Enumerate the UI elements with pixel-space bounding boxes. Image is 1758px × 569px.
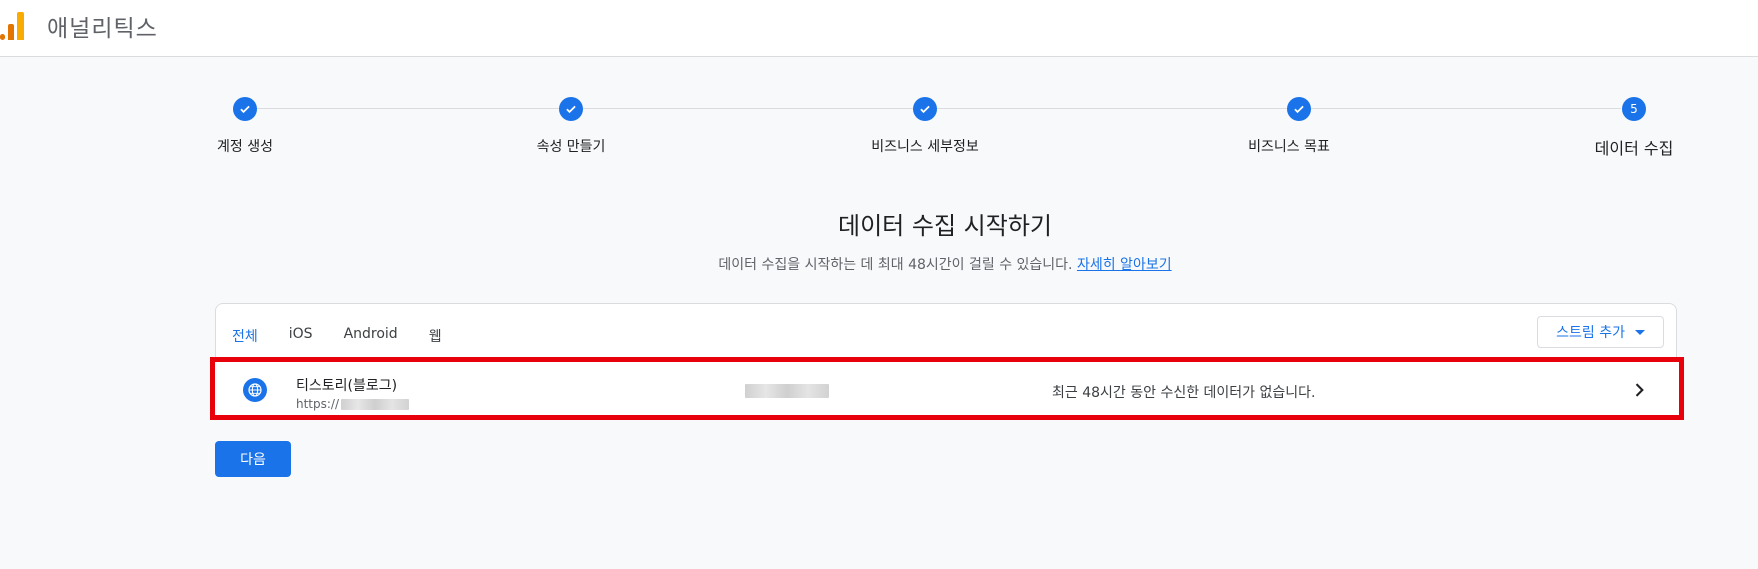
- setup-stepper: 5 계정 생성 속성 만들기 비즈니스 세부정보 비즈니스 목표 데이터 수집: [0, 0, 1758, 170]
- page-title: 데이터 수집 시작하기: [838, 212, 1052, 240]
- learn-more-link[interactable]: 자세히 알아보기: [1077, 257, 1172, 273]
- redacted-url: [341, 398, 410, 410]
- step-label-business-details: 비즈니스 세부정보: [871, 139, 979, 155]
- stream-filter-tabs: 전체 iOS Android 웹: [232, 326, 473, 346]
- step-1-check-icon: [233, 97, 257, 121]
- step-label-property: 속성 만들기: [536, 139, 606, 155]
- step-connector: [1311, 108, 1621, 109]
- globe-icon: [243, 378, 267, 402]
- add-stream-button[interactable]: 스트림 추가: [1537, 316, 1664, 348]
- tab-android[interactable]: Android: [344, 326, 398, 346]
- chevron-right-icon[interactable]: [1629, 380, 1649, 400]
- step-connector: [257, 108, 559, 109]
- step-4-check-icon: [1287, 97, 1311, 121]
- stream-name: 티스토리(블로그): [296, 378, 398, 394]
- step-connector: [583, 108, 913, 109]
- step-3-check-icon: [913, 97, 937, 121]
- step-2-check-icon: [559, 97, 583, 121]
- step-label-account: 계정 생성: [217, 139, 273, 155]
- tab-web[interactable]: 웹: [429, 326, 442, 346]
- step-label-data-collection: 데이터 수집: [1594, 139, 1674, 158]
- add-stream-label: 스트림 추가: [1556, 325, 1625, 341]
- step-connector: [937, 108, 1287, 109]
- dropdown-caret-icon: [1635, 329, 1645, 335]
- step-5-number: 5: [1622, 97, 1646, 121]
- stream-url-prefix: https://: [296, 397, 340, 411]
- tab-ios[interactable]: iOS: [289, 326, 313, 346]
- stream-row[interactable]: 티스토리(블로그) https:// 최근 48시간 동안 수신한 데이터가 없…: [210, 357, 1684, 420]
- tab-all[interactable]: 전체: [232, 326, 258, 346]
- subtitle-text: 데이터 수집을 시작하는 데 최대 48시간이 걸릴 수 있습니다.: [718, 257, 1073, 273]
- page-subtitle: 데이터 수집을 시작하는 데 최대 48시간이 걸릴 수 있습니다. 자세히 알…: [0, 254, 1758, 274]
- redacted-stream-id: [745, 384, 829, 398]
- stream-url: https://: [296, 397, 410, 411]
- next-button[interactable]: 다음: [215, 441, 291, 477]
- step-label-business-goals: 비즈니스 목표: [1248, 139, 1330, 155]
- stream-status: 최근 48시간 동안 수신한 데이터가 없습니다.: [1052, 385, 1316, 401]
